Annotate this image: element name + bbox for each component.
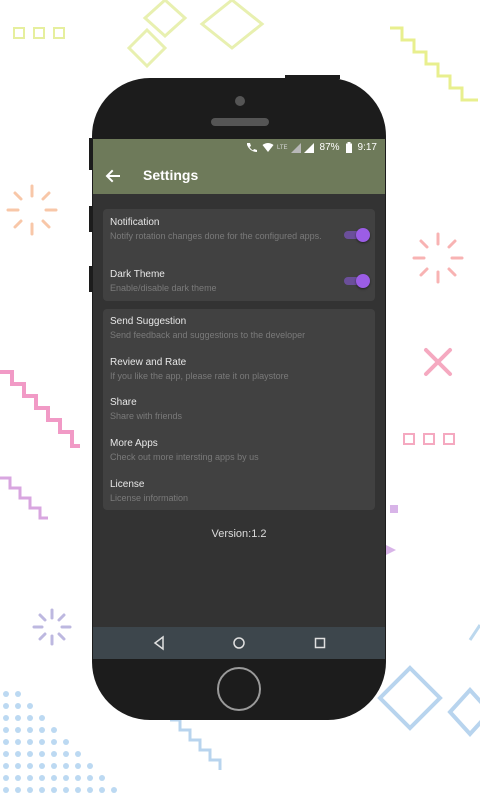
settings-card-toggles: Notification Notify rotation changes don…	[103, 209, 375, 301]
navigation-bar	[93, 627, 385, 659]
setting-send-suggestion[interactable]: Send Suggestion Send feedback and sugges…	[110, 316, 370, 341]
setting-title: Send Suggestion	[110, 316, 187, 327]
square-recents-icon[interactable]	[312, 635, 328, 651]
setting-notification[interactable]: Notification Notify rotation changes don…	[110, 217, 370, 242]
toggle-thumb	[356, 274, 370, 288]
call-icon	[246, 143, 257, 152]
dark-theme-toggle[interactable]	[344, 274, 370, 288]
app-screen: LTE 87% 9:17 Settings Notification Notif…	[93, 139, 385, 659]
phone-home-button[interactable]	[217, 667, 261, 711]
battery-percent: 87%	[319, 142, 340, 153]
circle-home-icon[interactable]	[231, 635, 247, 651]
toggle-thumb	[356, 228, 370, 242]
setting-title: License	[110, 479, 145, 490]
setting-subtitle: Notify rotation changes done for the con…	[110, 231, 322, 241]
network-label: LTE	[276, 144, 288, 151]
triangle-back-icon[interactable]	[151, 635, 167, 651]
battery-icon	[345, 142, 352, 153]
wifi-icon	[262, 143, 274, 152]
setting-subtitle: License information	[110, 493, 189, 503]
setting-title: Review and Rate	[110, 357, 187, 368]
setting-title: Share	[110, 397, 137, 408]
setting-subtitle: Share with friends	[110, 411, 183, 421]
setting-subtitle: Enable/disable dark theme	[110, 283, 217, 293]
arrow-left-icon[interactable]	[103, 166, 123, 186]
status-bar: LTE 87% 9:17	[93, 139, 385, 157]
signal-1-icon	[290, 142, 301, 153]
page-title: Settings	[143, 167, 199, 183]
setting-subtitle: Check out more intersting apps by us	[110, 452, 259, 462]
signal-2-icon	[303, 142, 314, 153]
setting-license[interactable]: License License information	[110, 479, 370, 504]
setting-title: Notification	[110, 217, 160, 228]
setting-dark-theme[interactable]: Dark Theme Enable/disable dark theme	[110, 269, 370, 294]
setting-subtitle: Send feedback and suggestions to the dev…	[110, 330, 306, 340]
notification-toggle[interactable]	[344, 228, 370, 242]
setting-review-rate[interactable]: Review and Rate If you like the app, ple…	[110, 357, 370, 382]
app-bar: Settings	[93, 157, 385, 194]
version-label: Version:1.2	[211, 528, 267, 540]
setting-more-apps[interactable]: More Apps Check out more intersting apps…	[110, 438, 370, 463]
front-camera	[235, 96, 245, 106]
settings-card-links: Send Suggestion Send feedback and sugges…	[103, 309, 375, 510]
earpiece-speaker	[211, 118, 269, 126]
clock-time: 9:17	[357, 142, 377, 153]
setting-share[interactable]: Share Share with friends	[110, 397, 370, 422]
setting-title: Dark Theme	[110, 269, 165, 280]
setting-subtitle: If you like the app, please rate it on p…	[110, 371, 289, 381]
setting-title: More Apps	[110, 438, 158, 449]
